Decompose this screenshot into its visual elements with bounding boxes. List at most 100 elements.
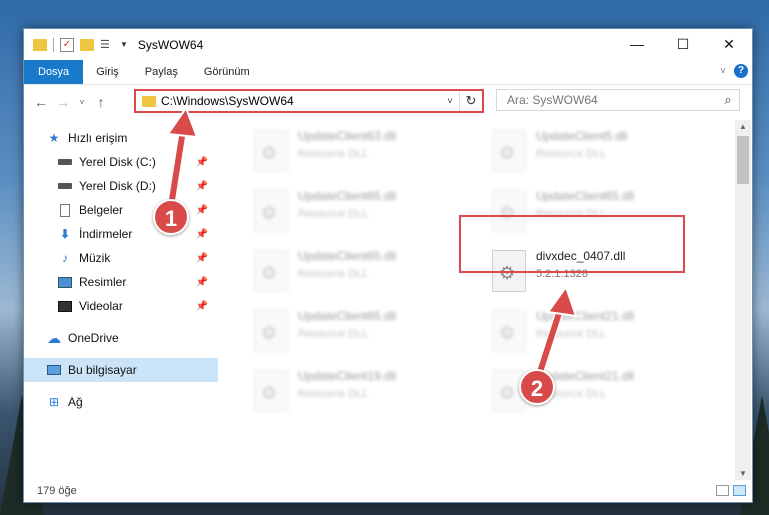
video-icon (57, 299, 73, 313)
window-title: SysWOW64 (137, 37, 204, 52)
sidebar-item-label: Bu bilgisayar (68, 363, 137, 377)
file-description: Resource DLL (298, 148, 369, 160)
file-name: UpdateClient65.dll (298, 189, 397, 203)
view-switcher (716, 485, 746, 496)
file-item[interactable]: UpdateClient63.dll Resource DLL (246, 124, 446, 176)
sidebar-item-this-pc[interactable]: Bu bilgisayar (24, 358, 218, 382)
file-item[interactable]: UpdateClient21.dllResource DLL (484, 364, 684, 416)
pin-icon[interactable]: 📌 (196, 181, 208, 192)
sidebar-item-local-disk-d[interactable]: Yerel Disk (D:) 📌 (24, 174, 218, 198)
search-box[interactable]: ⌕ (496, 89, 740, 111)
sidebar-item-network[interactable]: ⊞ Ağ (24, 390, 218, 414)
maximize-button[interactable]: ☐ (660, 29, 706, 59)
window-controls: — ☐ ✕ (614, 29, 752, 59)
dll-file-icon (254, 370, 288, 412)
pin-icon[interactable]: 📌 (196, 205, 208, 216)
tab-home[interactable]: Giriş (83, 60, 132, 84)
customize-icon[interactable]: ☰ (100, 38, 114, 52)
file-item[interactable]: UpdateClient21.dllResource DLL (484, 304, 684, 356)
folder-icon (142, 95, 156, 107)
documents-icon (57, 203, 73, 217)
computer-icon (46, 363, 62, 377)
file-highlight-box (459, 215, 685, 273)
quick-access-toolbar: ✓ ☰ ▼ (24, 37, 128, 52)
properties-icon[interactable]: ✓ (60, 37, 74, 52)
sidebar-item-label: İndirmeler (79, 227, 133, 241)
new-folder-icon[interactable] (80, 38, 94, 51)
sidebar-item-onedrive[interactable]: ☁ OneDrive (24, 326, 218, 350)
sidebar-item-local-disk-c[interactable]: Yerel Disk (C:) 📌 (24, 150, 218, 174)
pin-icon[interactable]: 📌 (196, 301, 208, 312)
navigation-pane: ★ Hızlı erişim Yerel Disk (C:) 📌 Yerel D… (24, 120, 218, 450)
item-count: 179 öğe (37, 485, 77, 497)
refresh-button[interactable]: ↻ (459, 91, 482, 111)
close-button[interactable]: ✕ (706, 29, 752, 59)
sidebar-item-label: Yerel Disk (D:) (79, 179, 156, 193)
sidebar-item-label: Hızlı erişim (68, 131, 128, 145)
status-bar: 179 öğe (24, 480, 752, 502)
tab-file[interactable]: Dosya (24, 60, 84, 84)
file-name: UpdateClient65.dll (298, 309, 397, 323)
minimize-button[interactable]: — (614, 29, 660, 59)
file-item[interactable]: UpdateClient65.dll Resource DLL (246, 244, 446, 296)
sidebar-item-quick-access[interactable]: ★ Hızlı erişim (24, 126, 218, 150)
file-description: Resource DLL (298, 388, 369, 400)
tab-share[interactable]: Paylaş (132, 60, 191, 84)
sidebar-item-label: Yerel Disk (C:) (79, 155, 156, 169)
dll-file-icon (492, 310, 526, 352)
back-button[interactable]: ← (30, 94, 52, 110)
file-description: Resource DLL (298, 328, 369, 340)
sidebar-item-pictures[interactable]: Resimler 📌 (24, 270, 218, 294)
help-icon[interactable]: ? (734, 64, 748, 78)
address-bar[interactable]: C:\Windows\SysWOW64 ˅ ↻ (134, 89, 484, 113)
scroll-down-icon[interactable]: ▼ (735, 469, 751, 478)
file-name: UpdateClient63.dll (298, 129, 397, 143)
file-item[interactable]: UpdateClient65.dll Resource DLL (246, 184, 446, 236)
scrollbar-thumb[interactable] (737, 136, 749, 184)
recent-locations-button[interactable]: ˅ (74, 98, 90, 107)
tiles-view-icon[interactable] (733, 485, 746, 496)
chevron-down-icon[interactable]: ˅ (720, 66, 726, 77)
search-input[interactable] (497, 92, 717, 108)
file-description: Resource DLL (298, 208, 369, 220)
pin-icon[interactable]: 📌 (196, 157, 208, 168)
search-icon[interactable]: ⌕ (717, 92, 739, 108)
network-icon: ⊞ (48, 395, 60, 409)
navigation-bar: ← → ˅ ↑ C:\Windows\SysWOW64 ˅ ↻ ⌕ (24, 85, 752, 119)
sidebar-item-label: Müzik (79, 251, 111, 265)
file-name: UpdateClient65.dll (536, 189, 635, 203)
vertical-scrollbar[interactable]: ▲ ▼ (735, 120, 751, 480)
address-path[interactable]: C:\Windows\SysWOW64 (161, 94, 441, 108)
dll-file-icon (254, 130, 288, 172)
drive-icon (57, 155, 73, 169)
dll-file-icon (492, 130, 526, 172)
file-list: UpdateClient63.dll Resource DLL UpdateCli… (238, 120, 736, 466)
dll-file-icon (254, 190, 288, 232)
scroll-up-icon[interactable]: ▲ (735, 122, 751, 131)
pin-icon[interactable]: 📌 (196, 277, 208, 288)
sidebar-item-downloads[interactable]: ⬇ İndirmeler 📌 (24, 222, 218, 246)
dll-file-icon (254, 310, 288, 352)
pin-icon[interactable]: 📌 (196, 229, 208, 240)
up-button[interactable]: ↑ (90, 94, 112, 110)
sidebar-item-videos[interactable]: Videolar 📌 (24, 294, 218, 318)
music-icon: ♪ (62, 251, 68, 265)
step-marker-2: 2 (519, 369, 555, 405)
pin-icon[interactable]: 📌 (196, 253, 208, 264)
details-view-icon[interactable] (716, 485, 729, 496)
chevron-down-icon[interactable]: ˅ (441, 96, 459, 107)
file-description: Resource DLL (298, 268, 369, 280)
sidebar-item-music[interactable]: ♪ Müzik 📌 (24, 246, 218, 270)
tab-view[interactable]: Görünüm (191, 60, 263, 84)
ribbon-right: ˅ ? (720, 64, 748, 78)
file-name: UpdateClient19.dll (298, 369, 397, 383)
title-bar: ✓ ☰ ▼ SysWOW64 — ☐ ✕ (24, 29, 752, 60)
chevron-down-icon[interactable]: ▼ (120, 40, 128, 49)
forward-button[interactable]: → (52, 94, 74, 110)
file-item[interactable]: UpdateClient5.dll Resource DLL (484, 124, 684, 176)
separator (53, 37, 54, 52)
file-item[interactable]: UpdateClient19.dll Resource DLL (246, 364, 446, 416)
dll-file-icon (254, 250, 288, 292)
pictures-icon (57, 275, 73, 289)
file-item[interactable]: UpdateClient65.dll Resource DLL (246, 304, 446, 356)
